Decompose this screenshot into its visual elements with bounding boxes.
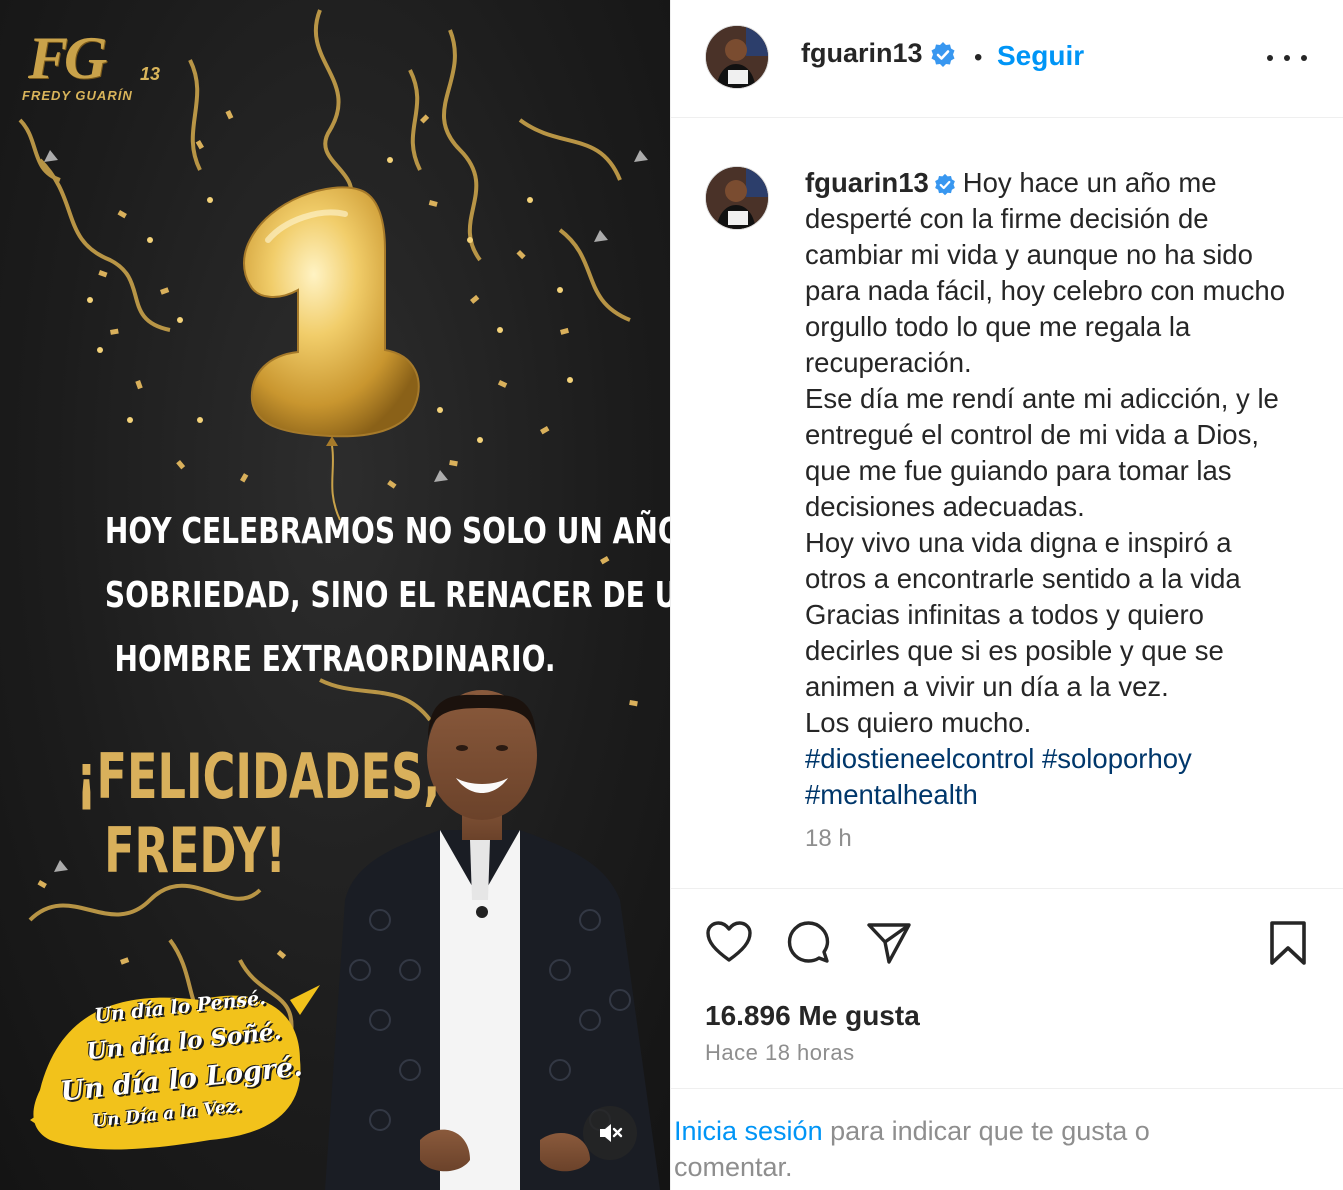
action-bar [671, 890, 1343, 990]
verified-badge-icon [934, 173, 955, 196]
post-header: fguarin13 • Seguir [671, 0, 1343, 118]
separator-dot: • [974, 44, 983, 71]
post-timestamp[interactable]: Hace 18 horas [705, 1040, 855, 1066]
headline-line: HOY CELEBRAMOS NO SOLO UN AÑO DE [104, 511, 670, 552]
caption-time[interactable]: 18 h [805, 825, 852, 853]
verified-badge-icon [931, 41, 955, 67]
caption-line: Gracias infinitas a todos y quiero [805, 599, 1204, 630]
header-username-text[interactable]: fguarin13 [801, 38, 923, 68]
caption-line: desperté con la firme decisión de [805, 203, 1209, 234]
caption-text: Hoy hace un año me [962, 167, 1217, 198]
share-button[interactable] [865, 920, 913, 971]
caption-line: Hoy vivo una vida digna e inspiró a [805, 527, 1232, 558]
headline-line: HOMBRE EXTRAORDINARIO. [114, 639, 556, 680]
hashtag-line: #mentalhealth [805, 777, 1325, 813]
header-username[interactable]: fguarin13 [801, 38, 957, 69]
caption-line: recuperación. [805, 347, 972, 378]
caption-line: animen a vivir un día a la vez. [805, 671, 1169, 702]
speaker-muted-icon [600, 1124, 623, 1142]
post-caption: fguarin13 Hoy hace un año me desperté co… [805, 165, 1325, 813]
heart-icon [706, 921, 752, 962]
follow-button[interactable]: Seguir [997, 40, 1084, 72]
celebration-headline: HOY CELEBRAMOS NO SOLO UN AÑO DE SOBRIED… [104, 500, 670, 692]
congrats-line: ¡FELICIDADES, [76, 740, 441, 813]
caption-line: entregué el control de mi vida a Dios, [805, 419, 1259, 450]
hashtag-link[interactable]: #soloporhoy [1042, 743, 1192, 774]
logo-number: 13 [140, 64, 161, 84]
likes-count[interactable]: 16.896 Me gusta [705, 1000, 920, 1032]
login-prompt-area: Inicia sesión para indicar que te gusta … [671, 1088, 1343, 1190]
like-button[interactable] [705, 920, 753, 969]
caption-username[interactable]: fguarin13 [805, 167, 929, 198]
mute-button[interactable] [583, 1106, 637, 1160]
more-dot [1284, 55, 1290, 61]
caption-first-line: fguarin13 Hoy hace un año me [805, 165, 1325, 201]
login-prompt: Inicia sesión para indicar que te gusta … [674, 1113, 1234, 1185]
congrats-line: FREDY! [104, 814, 286, 887]
send-icon [867, 923, 911, 964]
comment-icon [787, 921, 830, 963]
caption-line: para nada fácil, hoy celebro con mucho [805, 275, 1286, 306]
caption-area: fguarin13 Hoy hace un año me desperté co… [671, 119, 1343, 889]
more-options-icon[interactable] [1267, 40, 1307, 76]
slogan-block: Un día lo Pensé. Un día lo Soñé. Un día … [40, 987, 310, 1140]
avatar-photo [706, 26, 768, 88]
hashtag-line: #diostieneelcontrol #soloporhoy [805, 741, 1325, 777]
avatar-photo [706, 167, 768, 229]
headline-line: SOBRIEDAD, SINO EL RENACER DE UN [104, 575, 670, 616]
caption-line: decirles que si es posible y que se [805, 635, 1224, 666]
bookmark-icon [1270, 921, 1306, 965]
caption-line: que me fue guiando para tomar las [805, 455, 1232, 486]
balloon-one [243, 186, 420, 521]
post-media[interactable]: FG 13 FREDY GUARÍN HOY CELEBRAMOS NO SOL… [0, 0, 670, 1190]
caption-line: Los quiero mucho. [805, 707, 1032, 738]
caption-line: otros a encontrarle sentido a la vida [805, 563, 1241, 594]
logo-mark: FG [28, 25, 107, 91]
comment-button[interactable] [785, 919, 833, 972]
avatar[interactable] [705, 25, 769, 89]
save-button[interactable] [1268, 920, 1308, 971]
caption-avatar[interactable] [705, 166, 769, 230]
hashtag-link[interactable]: #diostieneelcontrol [805, 743, 1034, 774]
logo-name: FREDY GUARÍN [22, 88, 133, 103]
congratulations-text: ¡FELICIDADES, FREDY! [76, 740, 441, 888]
brand-logo: FG 13 FREDY GUARÍN [22, 28, 172, 108]
caption-line: Ese día me rendí ante mi adicción, y le [805, 383, 1279, 414]
more-dot [1267, 55, 1273, 61]
hashtag-link[interactable]: #mentalhealth [805, 779, 978, 810]
post-sidebar: fguarin13 • Seguir fguarin13 Hoy hace un… [670, 0, 1343, 1190]
login-link[interactable]: Inicia sesión [674, 1116, 823, 1146]
more-dot [1301, 55, 1307, 61]
caption-line: cambiar mi vida y aunque no ha sido [805, 239, 1253, 270]
caption-line: orgullo todo lo que me regala la [805, 311, 1191, 342]
caption-line: decisiones adecuadas. [805, 491, 1085, 522]
